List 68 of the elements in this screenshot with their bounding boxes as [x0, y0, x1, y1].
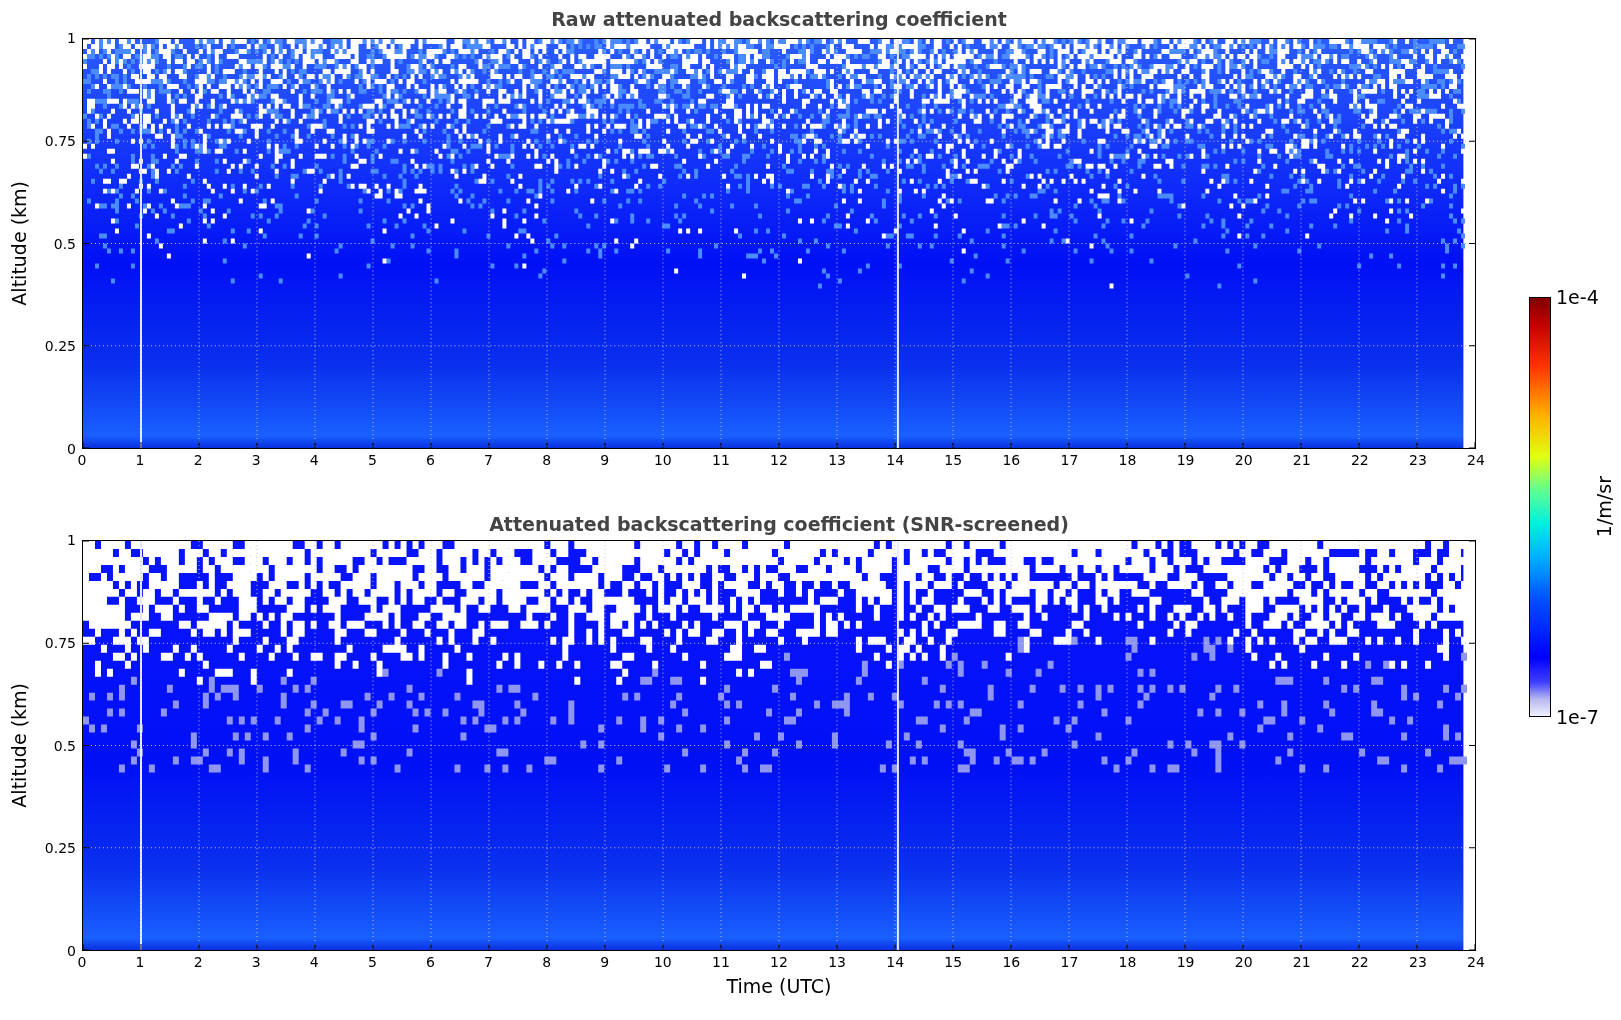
y-tick-label: 0.5: [53, 235, 76, 252]
x-tick-label: 1: [135, 452, 145, 468]
x-tick-label: 4: [309, 954, 319, 970]
x-tick-label: 0: [77, 954, 87, 970]
x-tick-label: 3: [251, 452, 261, 468]
x-tick-label: 3: [251, 954, 261, 970]
x-tick-label: 7: [484, 954, 494, 970]
x-tick-label: 13: [828, 452, 846, 468]
x-tick-label: 6: [426, 954, 435, 970]
x-tick-label: 13: [828, 954, 846, 970]
colorbar-min-label: 1e-7: [1556, 705, 1599, 729]
x-tick-label: 18: [1118, 452, 1137, 468]
y-tick-label: 0.5: [53, 737, 76, 754]
x-tick-label: 8: [542, 954, 552, 970]
x-tick-label: 10: [653, 452, 672, 468]
x-tick-label: 4: [309, 452, 319, 468]
x-tick-label: 11: [712, 954, 730, 970]
x-tick-label: 15: [944, 452, 963, 468]
plot-title: Raw attenuated backscattering coefficient: [551, 8, 1007, 30]
x-tick-label: 24: [1467, 452, 1485, 468]
x-tick-label: 23: [1409, 954, 1427, 970]
x-tick-label: 5: [367, 954, 377, 970]
y-tick-label: 0: [67, 943, 76, 959]
x-tick-label: 6: [426, 452, 435, 468]
y-axis-label: Altitude (km): [8, 181, 30, 306]
x-tick-label: 2: [193, 452, 203, 468]
x-tick-label: 24: [1467, 954, 1485, 970]
x-tick-label: 14: [886, 452, 905, 468]
x-tick-label: 16: [1002, 452, 1021, 468]
x-tick-label: 23: [1409, 452, 1427, 468]
y-tick-label: 0.25: [44, 840, 76, 857]
x-tick-label: 10: [653, 954, 672, 970]
x-tick-label: 14: [886, 954, 905, 970]
x-tick-label: 22: [1350, 452, 1369, 468]
x-tick-label: 21: [1292, 954, 1311, 970]
x-tick-label: 5: [367, 452, 377, 468]
x-tick-label: 15: [944, 954, 963, 970]
y-tick-label: 0.25: [44, 338, 76, 355]
x-tick-label: 1: [135, 954, 145, 970]
x-tick-label: 8: [542, 452, 552, 468]
y-axis-label: Altitude (km): [8, 683, 30, 808]
x-tick-label: 2: [193, 954, 203, 970]
x-tick-label: 17: [1060, 954, 1079, 970]
x-tick-label: 12: [770, 452, 788, 468]
y-tick-label: 1: [67, 30, 76, 46]
x-tick-label: 12: [770, 954, 788, 970]
x-tick-label: 9: [600, 954, 610, 970]
x-tick-label: 16: [1002, 954, 1021, 970]
colorbar-unit-label: 1/m/sr: [1592, 476, 1615, 538]
x-tick-label: 20: [1234, 954, 1253, 970]
y-tick-label: 0.75: [44, 132, 76, 149]
x-tick-label: 0: [77, 452, 87, 468]
x-tick-label: 11: [712, 452, 730, 468]
y-tick-label: 1: [67, 532, 76, 548]
x-tick-label: 19: [1176, 954, 1195, 970]
x-axis-label: Time (UTC): [726, 975, 832, 997]
x-tick-label: 7: [484, 452, 494, 468]
x-tick-label: 17: [1060, 452, 1079, 468]
x-tick-label: 18: [1118, 954, 1137, 970]
x-tick-label: 19: [1176, 452, 1195, 468]
y-tick-label: 0: [67, 441, 76, 457]
plot-title: Attenuated backscattering coefficient (SNR-screened): [489, 513, 1069, 535]
colorbar-max-label: 1e-4: [1556, 285, 1599, 309]
y-tick-label: 0.75: [44, 634, 76, 651]
x-tick-label: 22: [1350, 954, 1369, 970]
x-tick-label: 20: [1234, 452, 1253, 468]
x-tick-label: 21: [1292, 452, 1311, 468]
x-tick-label: 9: [600, 452, 610, 468]
